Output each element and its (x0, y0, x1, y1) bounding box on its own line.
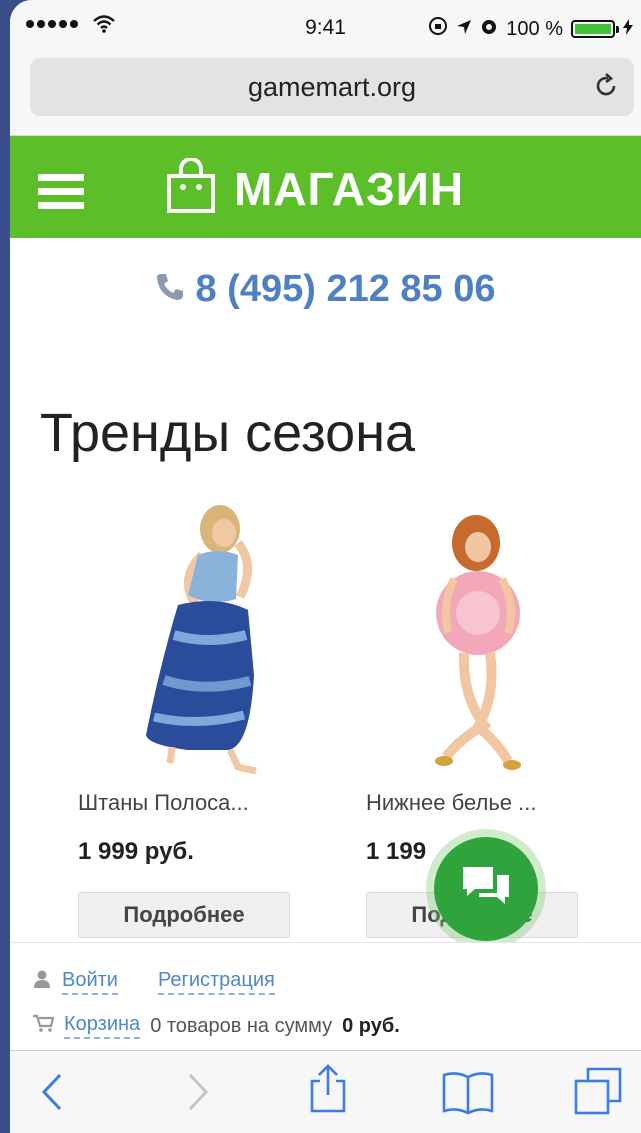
login-link[interactable]: Войти (62, 969, 118, 995)
reload-icon[interactable] (592, 72, 620, 105)
account-footer: Войти Регистрация Корзина 0 товаров на с… (10, 942, 641, 1050)
details-button[interactable]: Подробнее (78, 892, 290, 938)
address-bar[interactable]: gamemart.org (30, 58, 634, 116)
bookmarks-icon[interactable] (440, 1069, 496, 1120)
shopping-bag-icon (166, 157, 216, 219)
product-name[interactable]: Штаны Полоса... (78, 790, 318, 816)
product-name[interactable]: Нижнее белье ... (366, 790, 606, 816)
site-title: МАГАЗИН (234, 162, 465, 215)
cart-row: Корзина 0 товаров на сумму 0 руб. (32, 1013, 400, 1039)
browser-bar: gamemart.org (10, 58, 641, 136)
browser-toolbar (10, 1050, 641, 1133)
phone-number-text[interactable]: 8 (495) 212 85 06 (195, 268, 495, 311)
url-text[interactable]: gamemart.org (30, 72, 634, 103)
product-image[interactable] (366, 495, 606, 780)
rotation-lock-icon (428, 16, 448, 42)
chat-bubbles-icon (459, 863, 513, 916)
register-link[interactable]: Регистрация (157, 969, 275, 995)
site-header: МАГАЗИН (10, 136, 641, 238)
battery-icon (571, 20, 619, 38)
phone-screen: 9:41 100 % gamemart.org МАГАЗИН 8 (495) … (10, 0, 641, 1133)
site-logo[interactable]: МАГАЗИН (166, 157, 465, 219)
product-card[interactable]: Штаны Полоса... 1 999 руб. Подробнее (78, 495, 318, 938)
account-row: Войти Регистрация (32, 969, 275, 995)
phone-icon (155, 272, 185, 307)
section-title: Тренды сезона (40, 403, 416, 463)
cart-link[interactable]: Корзина (64, 1013, 141, 1039)
chat-button[interactable] (426, 829, 546, 949)
cart-total: 0 руб. (342, 1014, 400, 1037)
cart-summary: 0 товаров на сумму (150, 1014, 333, 1037)
tabs-icon[interactable] (572, 1065, 626, 1122)
product-price: 1 999 руб. (78, 838, 194, 865)
battery-percent: 100 % (506, 17, 563, 40)
share-icon[interactable] (306, 1063, 350, 1120)
location-arrow-icon (456, 18, 472, 41)
contact-phone[interactable]: 8 (495) 212 85 06 (10, 268, 641, 311)
product-image[interactable] (78, 495, 318, 780)
status-right: 100 % (428, 16, 633, 42)
charging-bolt-icon (623, 18, 633, 41)
alarm-icon (480, 17, 498, 41)
user-icon (32, 969, 52, 995)
chat-button-inner[interactable] (434, 837, 538, 941)
cart-icon (32, 1014, 55, 1038)
back-icon[interactable] (38, 1069, 68, 1120)
hamburger-menu-icon[interactable] (38, 174, 84, 210)
status-bar: 9:41 100 % (10, 0, 641, 58)
forward-icon[interactable] (182, 1069, 212, 1120)
